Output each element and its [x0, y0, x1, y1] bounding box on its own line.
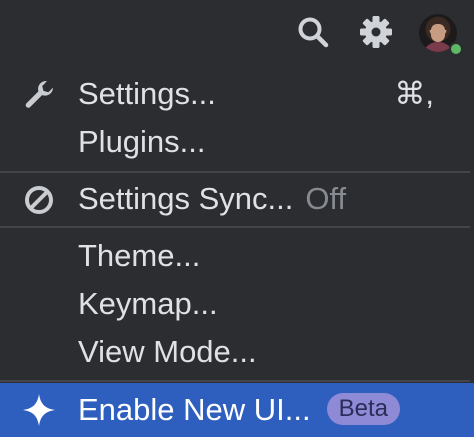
top-toolbar [0, 0, 474, 64]
search-button[interactable] [293, 12, 333, 52]
menu-item-label: Theme... [78, 238, 201, 273]
gear-icon [360, 16, 392, 48]
menu-item-view-mode[interactable]: View Mode... [0, 328, 474, 376]
sync-status-hint: Off [305, 181, 347, 216]
wrench-icon [22, 78, 56, 112]
beta-badge: Beta [326, 392, 400, 425]
user-avatar-button[interactable] [419, 14, 463, 56]
menu-item-label: Keymap... [78, 286, 218, 321]
settings-sync-label: Settings Sync... [78, 181, 294, 216]
shortcut-label: ⌘, [394, 76, 434, 111]
settings-button[interactable] [356, 12, 396, 52]
menu-item-label: Plugins... [78, 124, 206, 159]
sparkle-icon [22, 393, 56, 427]
menu-item-settings-sync[interactable]: Settings Sync... Off [0, 175, 474, 223]
menu-item-label: Enable New UI... Beta [78, 392, 400, 428]
new-ui-label: Enable New UI... [78, 392, 311, 427]
menu-item-settings[interactable]: Settings... ⌘, [0, 70, 474, 118]
ide-window: Settings... ⌘, Plugins... Settings Sync.… [0, 0, 474, 437]
menu-item-label: View Mode... [78, 334, 257, 369]
menu-separator [0, 226, 470, 228]
menu-item-keymap[interactable]: Keymap... [0, 280, 474, 328]
main-menu-popup: Settings... ⌘, Plugins... Settings Sync.… [0, 64, 474, 437]
no-entry-icon [22, 183, 56, 217]
search-icon [298, 17, 329, 48]
menu-item-enable-new-ui[interactable]: Enable New UI... Beta [0, 383, 474, 437]
online-status-indicator [449, 42, 463, 56]
menu-item-label: Settings Sync... Off [78, 181, 346, 217]
menu-item-label: Settings... [78, 76, 216, 111]
menu-separator [0, 171, 470, 173]
menu-separator [0, 380, 470, 382]
menu-item-plugins[interactable]: Plugins... [0, 118, 474, 166]
menu-item-theme[interactable]: Theme... [0, 232, 474, 280]
